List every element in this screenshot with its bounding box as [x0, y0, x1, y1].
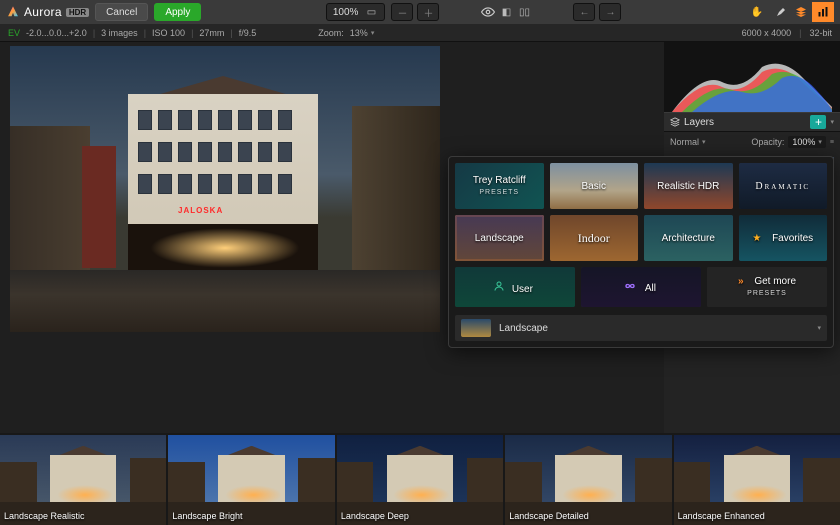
- zoom-label: Zoom:: [318, 28, 344, 38]
- zoom-in-button[interactable]: ＋: [417, 3, 439, 21]
- apply-button[interactable]: Apply: [154, 3, 201, 21]
- zoom-pill[interactable]: 100% ▭: [326, 3, 386, 21]
- chevron-down-icon: ▾: [817, 324, 821, 332]
- compare-split-icon[interactable]: ◧: [499, 5, 513, 19]
- selected-preset-bar[interactable]: Landscape ▾: [455, 315, 827, 341]
- layers-title: Layers: [684, 117, 714, 128]
- preset-category[interactable]: User: [455, 267, 575, 307]
- preset-categories-popover: Trey RatcliffPRESETSBasicRealistic HDRDr…: [448, 156, 834, 348]
- preset-label: Landscape Deep: [341, 511, 409, 521]
- compare-tools: ◧ ▯▯: [481, 5, 531, 19]
- preset-label: Landscape Detailed: [509, 511, 589, 521]
- app-logo: Aurora HDR: [6, 5, 89, 19]
- preset-category[interactable]: All: [581, 267, 701, 307]
- history-tools: ← →: [573, 3, 621, 21]
- preset-category[interactable]: Basic: [550, 163, 639, 209]
- cancel-button[interactable]: Cancel: [95, 3, 148, 21]
- histogram-tab[interactable]: [812, 2, 834, 22]
- preset-thumbnail[interactable]: Landscape Bright: [168, 435, 334, 525]
- ev-value: -2.0...0.0...+2.0: [26, 28, 87, 38]
- opacity-menu-icon[interactable]: ≡: [830, 139, 834, 146]
- opacity-label: Opacity:: [751, 137, 784, 147]
- preset-category[interactable]: Landscape: [455, 215, 544, 261]
- preset-thumbnail[interactable]: Landscape Detailed: [505, 435, 671, 525]
- aperture: f/9.5: [239, 28, 257, 38]
- preset-category[interactable]: » Get morePRESETS: [707, 267, 827, 307]
- compare-side-icon[interactable]: ▯▯: [517, 5, 531, 19]
- preset-category[interactable]: Dramatic: [739, 163, 828, 209]
- app-name: Aurora: [24, 5, 62, 19]
- histogram: [664, 42, 840, 112]
- preset-category[interactable]: ★ Favorites: [739, 215, 828, 261]
- zoom-value: 100%: [333, 7, 359, 18]
- layers-menu-chevron[interactable]: ▾: [830, 118, 834, 126]
- image-dimensions: 6000 x 4000: [742, 28, 792, 38]
- preset-category[interactable]: Indoor: [550, 215, 639, 261]
- preset-category[interactable]: Realistic HDR: [644, 163, 733, 209]
- sign-text: JALOSKA: [178, 206, 223, 215]
- layers-icon: [670, 117, 680, 127]
- zoom-out-button[interactable]: －: [391, 3, 413, 21]
- blend-mode-dropdown[interactable]: Normal▾: [670, 137, 706, 147]
- preset-label: Landscape Realistic: [4, 511, 85, 521]
- zoom-tools: － ＋: [391, 3, 439, 21]
- layers-panel-header: Layers + ▾: [664, 112, 840, 132]
- fit-screen-icon[interactable]: ▭: [364, 5, 378, 19]
- preset-thumbnail[interactable]: Landscape Realistic: [0, 435, 166, 525]
- selected-preset-label: Landscape: [499, 323, 548, 334]
- image-canvas[interactable]: JALOSKA: [10, 46, 440, 332]
- bit-depth: 32-bit: [809, 28, 832, 38]
- opacity-dropdown[interactable]: 100%▾: [788, 136, 826, 148]
- preset-label: Landscape Enhanced: [678, 511, 765, 521]
- hand-tool-tab[interactable]: ✋: [746, 2, 768, 22]
- preset-thumbnail[interactable]: Landscape Enhanced: [674, 435, 840, 525]
- selected-preset-thumb: [461, 319, 491, 337]
- info-bar: EV -2.0...0.0...+2.0 | 3 images | ISO 10…: [0, 24, 840, 42]
- top-toolbar: Aurora HDR Cancel Apply 100% ▭ － ＋ ◧ ▯▯ …: [0, 0, 840, 24]
- undo-button[interactable]: ←: [573, 3, 595, 21]
- app-badge: HDR: [66, 8, 89, 17]
- iso-value: ISO 100: [152, 28, 185, 38]
- focal-length: 27mm: [199, 28, 224, 38]
- preset-label: Landscape Bright: [172, 511, 242, 521]
- image-count: 3 images: [101, 28, 138, 38]
- eye-icon[interactable]: [481, 5, 495, 19]
- right-panel-tabs: ✋: [746, 2, 834, 22]
- zoom-dropdown[interactable]: 13%▾: [350, 28, 375, 38]
- layer-options: Normal▾ Opacity: 100%▾ ≡: [664, 132, 840, 152]
- ev-label: EV: [8, 28, 20, 38]
- aurora-logo-icon: [6, 5, 20, 19]
- preset-strip: Landscape Realistic Landscape Bright Lands…: [0, 433, 840, 525]
- add-layer-button[interactable]: +: [810, 115, 826, 129]
- redo-button[interactable]: →: [599, 3, 621, 21]
- brush-tool-tab[interactable]: [768, 2, 790, 22]
- preset-category[interactable]: Trey RatcliffPRESETS: [455, 163, 544, 209]
- layers-tab[interactable]: [790, 2, 812, 22]
- preset-thumbnail[interactable]: Landscape Deep: [337, 435, 503, 525]
- preset-category[interactable]: Architecture: [644, 215, 733, 261]
